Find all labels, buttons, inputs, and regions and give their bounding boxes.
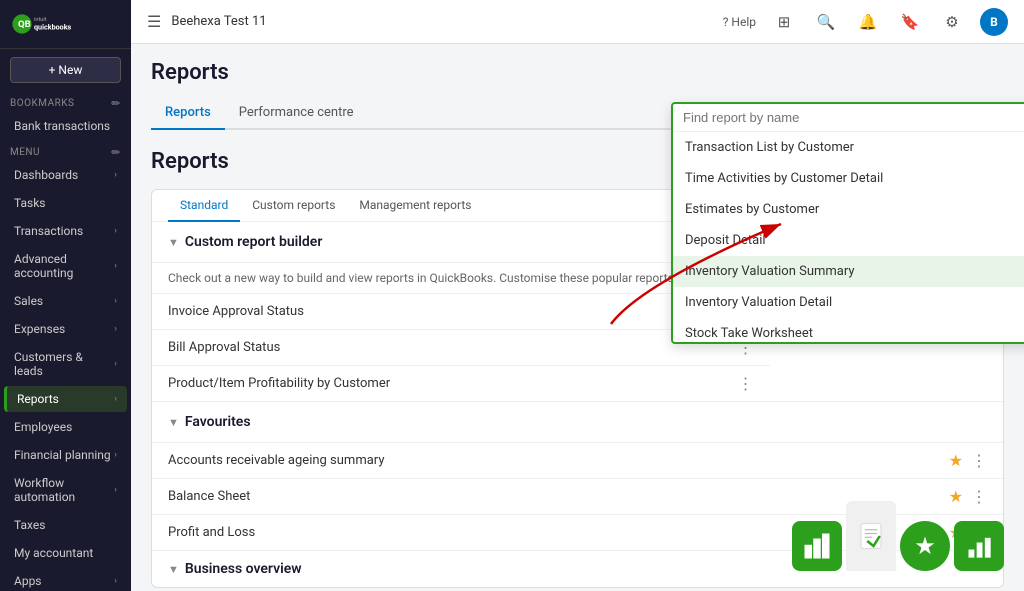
apps-grid-icon[interactable]: ⊞ [770, 8, 798, 36]
more-options-icon[interactable]: ⋮ [738, 374, 754, 393]
report-row-ar-ageing: Accounts receivable ageing summary ★ ⋮ [152, 443, 1003, 479]
sidebar-item-taxes[interactable]: Taxes [4, 512, 127, 538]
sub-tab-management-reports[interactable]: Management reports [347, 190, 483, 222]
more-options-icon[interactable]: ⋮ [971, 523, 987, 542]
business-overview-header: ▼ Business overview [152, 550, 1003, 587]
search-input[interactable] [683, 110, 1024, 125]
svg-text:QB: QB [18, 19, 31, 30]
sidebar-item-transactions[interactable]: Transactions› [4, 218, 127, 244]
dropdown-list: Transaction List by Customer Time Activi… [673, 132, 1024, 342]
sidebar-item-apps[interactable]: Apps› [4, 568, 127, 591]
topnav-title: Beehexa Test 11 [171, 14, 266, 29]
sidebar-item-financial-planning[interactable]: Financial planning› [4, 442, 127, 468]
more-options-icon[interactable]: ⋮ [971, 451, 987, 470]
search-dropdown: ▾ Transaction List by Customer Time Acti… [671, 102, 1024, 344]
sub-tab-custom-reports[interactable]: Custom reports [240, 190, 347, 222]
sidebar: QB intuit quickbooks + New BOOKMARKS ✏ B… [0, 0, 131, 591]
svg-text:quickbooks: quickbooks [34, 23, 72, 32]
search-input-row: ▾ [673, 104, 1024, 132]
help-icon: ? [723, 15, 729, 29]
sidebar-item-reports[interactable]: Reports› [4, 386, 127, 412]
dropdown-item-inventory-summary[interactable]: Inventory Valuation Summary [673, 256, 1024, 287]
avatar[interactable]: B [980, 8, 1008, 36]
bookmarks-icon[interactable]: 🔖 [896, 8, 924, 36]
hamburger-icon[interactable]: ☰ [147, 12, 161, 31]
sidebar-item-dashboards[interactable]: Dashboards› [4, 162, 127, 188]
sidebar-item-workflow-automation[interactable]: Workflow automation› [4, 470, 127, 510]
report-actions: ★ ⋮ [949, 451, 987, 470]
report-actions: ★ ⋮ [949, 523, 987, 542]
topnav-right: ? Help ⊞ 🔍 🔔 🔖 ⚙ B [723, 8, 1008, 36]
report-actions: ★ ⋮ [949, 487, 987, 506]
sidebar-item-employees[interactable]: Employees [4, 414, 127, 440]
bookmarks-edit-icon[interactable]: ✏ [111, 97, 121, 110]
help-button[interactable]: ? Help [723, 15, 756, 29]
new-button[interactable]: + New [10, 57, 121, 83]
toggle-icon[interactable]: ▼ [168, 416, 179, 429]
star-icon[interactable]: ★ [949, 451, 963, 470]
content-area: Reports Reports Performance centre Repor… [131, 44, 1024, 591]
tab-performance-centre[interactable]: Performance centre [225, 97, 368, 130]
sidebar-logo: QB intuit quickbooks [0, 0, 131, 49]
search-icon[interactable]: 🔍 [812, 8, 840, 36]
topnav-left: ☰ Beehexa Test 11 [147, 12, 267, 31]
sidebar-item-customers-leads[interactable]: Customers & leads› [4, 344, 127, 384]
dropdown-item-inventory-detail[interactable]: Inventory Valuation Detail [673, 287, 1024, 318]
sidebar-item-advanced-accounting[interactable]: Advanced accounting› [4, 246, 127, 286]
favourites-section: ▼ Favourites Accounts receivable ageing … [152, 401, 1003, 550]
menu-edit-icon[interactable]: ✏ [111, 146, 121, 159]
reports-section-title: Reports [151, 149, 229, 174]
dropdown-item-estimates-by-customer[interactable]: Estimates by Customer [673, 194, 1024, 225]
bookmarks-section: BOOKMARKS ✏ [0, 91, 131, 112]
dropdown-item-time-activities[interactable]: Time Activities by Customer Detail [673, 163, 1024, 194]
report-row-balance-sheet: Balance Sheet ★ ⋮ [152, 479, 1003, 515]
page-header: Reports [151, 60, 1004, 85]
menu-section: MENU ✏ [0, 140, 131, 161]
topnav: ☰ Beehexa Test 11 ? Help ⊞ 🔍 🔔 🔖 ⚙ B [131, 0, 1024, 44]
sidebar-item-tasks[interactable]: Tasks [4, 190, 127, 216]
report-row-profitability: Product/Item Profitability by Customer ⋮ [152, 366, 770, 401]
favourites-header: ▼ Favourites [152, 402, 1003, 443]
dropdown-item-transaction-list[interactable]: Transaction List by Customer [673, 132, 1024, 163]
report-row-profit-loss: Profit and Loss ★ ⋮ [152, 515, 1003, 550]
star-icon[interactable]: ★ [949, 487, 963, 506]
settings-icon[interactable]: ⚙ [938, 8, 966, 36]
dropdown-item-stock-take[interactable]: Stock Take Worksheet [673, 318, 1024, 342]
tab-reports[interactable]: Reports [151, 97, 225, 130]
sidebar-item-expenses[interactable]: Expenses› [4, 316, 127, 342]
toggle-icon[interactable]: ▼ [168, 563, 179, 576]
toggle-icon[interactable]: ▼ [168, 236, 179, 249]
more-options-icon[interactable]: ⋮ [971, 487, 987, 506]
sidebar-item-sales[interactable]: Sales› [4, 288, 127, 314]
sidebar-item-bank-transactions[interactable]: Bank transactions [4, 113, 127, 139]
page-title: Reports [151, 60, 229, 85]
star-icon[interactable]: ★ [949, 523, 963, 542]
main-area: ☰ Beehexa Test 11 ? Help ⊞ 🔍 🔔 🔖 ⚙ B Rep… [131, 0, 1024, 591]
notifications-icon[interactable]: 🔔 [854, 8, 882, 36]
sidebar-item-my-accountant[interactable]: My accountant [4, 540, 127, 566]
sub-tab-standard[interactable]: Standard [168, 190, 240, 222]
dropdown-item-deposit-detail[interactable]: Deposit Detail [673, 225, 1024, 256]
quickbooks-logo-icon: QB intuit quickbooks [10, 12, 90, 36]
